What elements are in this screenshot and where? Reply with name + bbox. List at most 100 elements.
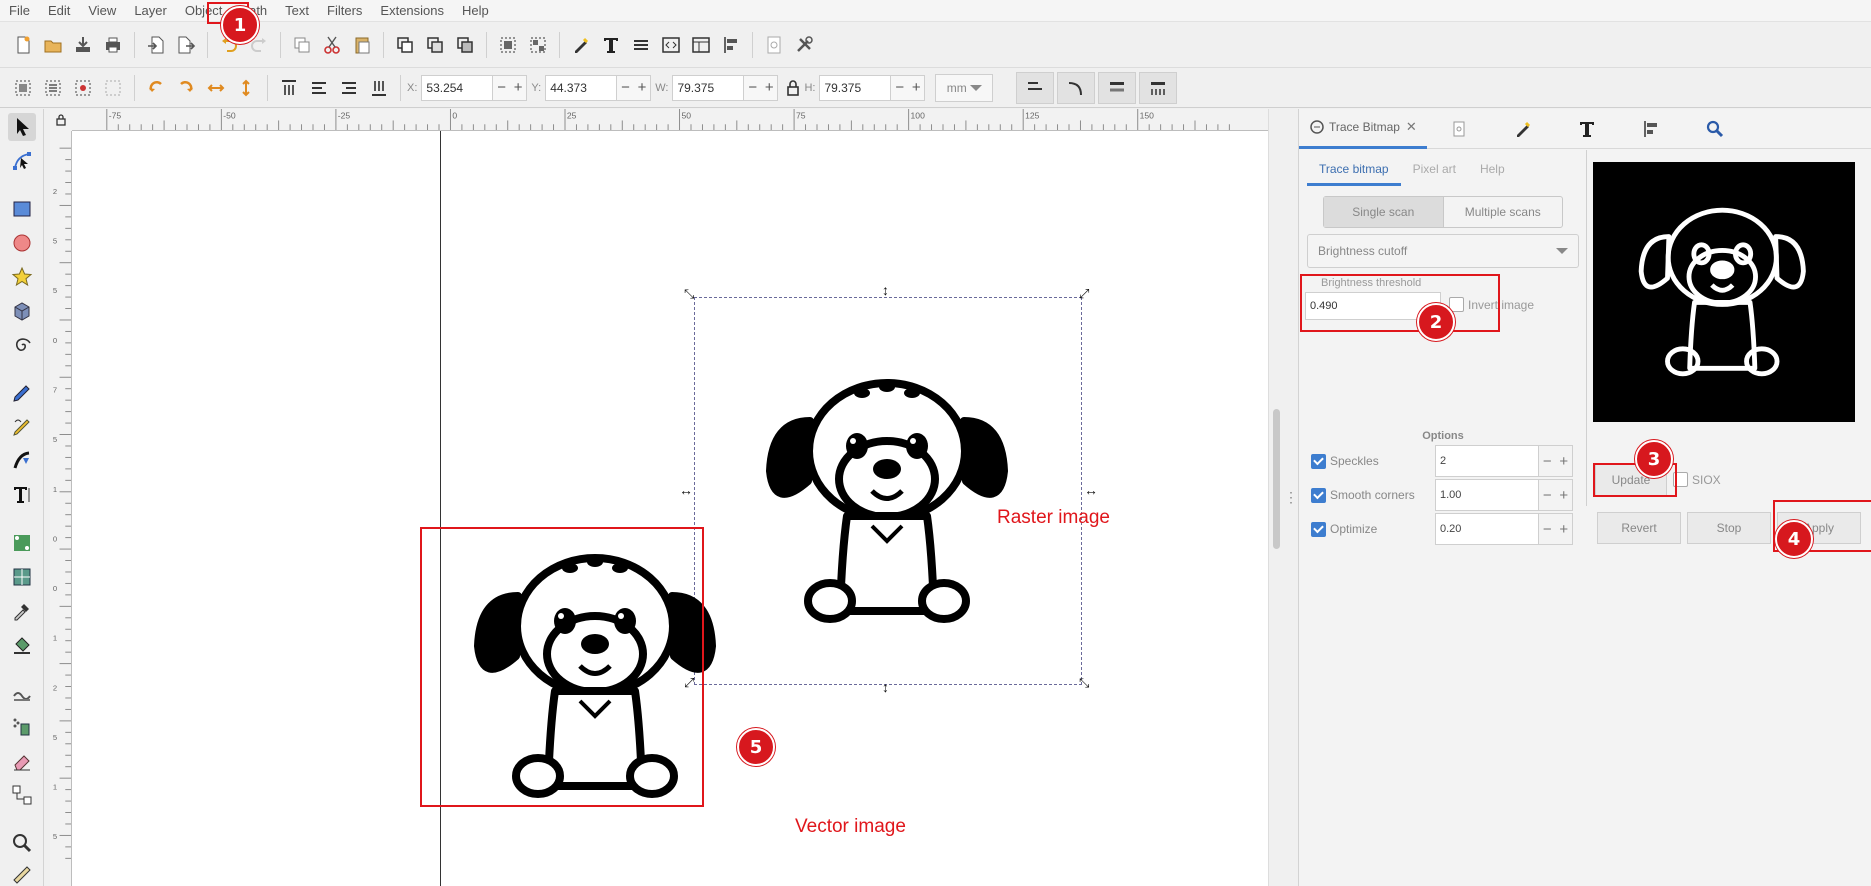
smooth-corners-checkbox[interactable] xyxy=(1311,487,1326,503)
resize-handle-w[interactable]: ↔ xyxy=(679,482,693,498)
dropper-tool-icon[interactable] xyxy=(8,597,36,625)
optimize-stepper[interactable]: − + xyxy=(1539,513,1573,545)
speckles-input[interactable]: 2 xyxy=(1435,445,1539,477)
multiple-scans-button[interactable]: Multiple scans xyxy=(1444,197,1563,227)
document-properties-icon[interactable] xyxy=(759,30,789,60)
flip-horizontal-icon[interactable] xyxy=(201,73,231,103)
paste-icon[interactable] xyxy=(347,30,377,60)
objects-icon[interactable] xyxy=(686,30,716,60)
new-document-icon[interactable] xyxy=(8,30,38,60)
spray-tool-icon[interactable] xyxy=(8,713,36,741)
connector-tool-icon[interactable] xyxy=(8,781,36,809)
stop-button[interactable]: Stop xyxy=(1687,512,1771,544)
tab-find[interactable] xyxy=(1683,109,1747,149)
single-scan-button[interactable]: Single scan xyxy=(1324,197,1444,227)
tab-fill-stroke[interactable] xyxy=(1491,109,1555,149)
vertical-ruler[interactable]: 2 5 5 0 7 5 1 0 0 1 2 5 1 5 xyxy=(50,131,72,886)
y-input[interactable] xyxy=(545,74,618,101)
raise-icon[interactable] xyxy=(304,73,334,103)
calligraphy-tool-icon[interactable] xyxy=(8,447,36,475)
ruler-lock-icon[interactable] xyxy=(50,109,72,131)
paint-bucket-tool-icon[interactable] xyxy=(8,631,36,659)
resize-handle-e[interactable]: ↔ xyxy=(1084,482,1098,498)
fill-stroke-icon[interactable] xyxy=(566,30,596,60)
mesh-tool-icon[interactable] xyxy=(8,563,36,591)
siox-checkbox[interactable]: SIOX xyxy=(1673,472,1721,487)
w-stepper[interactable]: − + xyxy=(744,74,779,101)
3d-box-tool-icon[interactable] xyxy=(8,297,36,325)
save-icon[interactable] xyxy=(68,30,98,60)
tab-text-font[interactable] xyxy=(1555,109,1619,149)
optimize-input[interactable]: 0.20 xyxy=(1435,513,1539,545)
x-stepper[interactable]: − + xyxy=(493,74,528,101)
menu-help[interactable]: Help xyxy=(453,0,498,22)
subtab-pixel-art[interactable]: Pixel art xyxy=(1401,154,1468,186)
h-input[interactable] xyxy=(819,74,892,101)
star-tool-icon[interactable] xyxy=(8,263,36,291)
layers-icon[interactable] xyxy=(626,30,656,60)
y-stepper[interactable]: − + xyxy=(617,74,652,101)
transform-gradients-icon[interactable] xyxy=(1098,71,1137,104)
flip-vertical-icon[interactable] xyxy=(231,73,261,103)
text-font-icon[interactable] xyxy=(596,30,626,60)
raise-to-top-icon[interactable] xyxy=(274,73,304,103)
menu-text[interactable]: Text xyxy=(276,0,318,22)
cut-icon[interactable] xyxy=(317,30,347,60)
menu-filters[interactable]: Filters xyxy=(318,0,371,22)
menu-extensions[interactable]: Extensions xyxy=(371,0,453,22)
w-input[interactable] xyxy=(672,74,745,101)
select-all-layers-icon[interactable] xyxy=(38,73,68,103)
smooth-corners-input[interactable]: 1.00 xyxy=(1435,479,1539,511)
h-stepper[interactable]: − + xyxy=(891,74,926,101)
measure-tool-icon[interactable] xyxy=(8,861,36,886)
vertical-scrollbar[interactable] xyxy=(1268,109,1284,886)
selector-tool-icon[interactable] xyxy=(8,113,36,141)
revert-button[interactable]: Revert xyxy=(1597,512,1681,544)
gradient-tool-icon[interactable] xyxy=(8,529,36,557)
subtab-trace-bitmap[interactable]: Trace bitmap xyxy=(1307,154,1401,186)
text-tool-icon[interactable] xyxy=(8,481,36,509)
subtab-help[interactable]: Help xyxy=(1468,154,1517,186)
import-icon[interactable] xyxy=(141,30,171,60)
export-icon[interactable] xyxy=(171,30,201,60)
speckles-stepper[interactable]: − + xyxy=(1539,445,1573,477)
drawing-canvas[interactable]: ⤡ ↕ ⤢ ↔ ↔ ⤢ ↕ ⤡ Raster image Vector imag… xyxy=(72,131,1268,886)
resize-handle-s[interactable]: ↕ xyxy=(882,679,889,695)
lower-icon[interactable] xyxy=(334,73,364,103)
resize-handle-n[interactable]: ↕ xyxy=(882,282,889,298)
resize-handle-ne[interactable]: ⤢ xyxy=(1079,286,1089,302)
touch-select-icon[interactable] xyxy=(98,73,128,103)
x-input[interactable] xyxy=(421,74,494,101)
scale-stroke-icon[interactable] xyxy=(1016,71,1055,104)
print-icon[interactable] xyxy=(98,30,128,60)
open-icon[interactable] xyxy=(38,30,68,60)
resize-handle-nw[interactable]: ⤡ xyxy=(684,286,694,302)
unlink-clone-icon[interactable] xyxy=(450,30,480,60)
copy-icon[interactable] xyxy=(287,30,317,60)
resize-handle-se[interactable]: ⤡ xyxy=(1079,675,1089,691)
menu-edit[interactable]: Edit xyxy=(39,0,79,22)
node-tool-icon[interactable] xyxy=(8,147,36,175)
duplicate-icon[interactable] xyxy=(390,30,420,60)
zoom-tool-icon[interactable] xyxy=(8,829,36,857)
tab-trace-bitmap[interactable]: Trace Bitmap ✕ xyxy=(1299,109,1427,149)
speckles-checkbox[interactable] xyxy=(1311,453,1326,469)
menu-view[interactable]: View xyxy=(79,0,125,22)
tab-document-properties[interactable] xyxy=(1427,109,1491,149)
pencil-tool-icon[interactable] xyxy=(8,413,36,441)
lower-to-bottom-icon[interactable] xyxy=(364,73,394,103)
raster-dog-image[interactable] xyxy=(752,351,1022,651)
scrollbar-thumb[interactable] xyxy=(1273,409,1280,549)
preferences-icon[interactable] xyxy=(789,30,819,60)
dock-splitter[interactable]: ⋮ xyxy=(1284,109,1298,886)
pen-tool-icon[interactable] xyxy=(8,379,36,407)
rectangle-tool-icon[interactable] xyxy=(8,195,36,223)
horizontal-ruler[interactable]: -75 -50 -25 0 25 50 75 100 125 150 xyxy=(72,109,1268,131)
rotate-cw-icon[interactable] xyxy=(171,73,201,103)
select-all-icon[interactable] xyxy=(8,73,38,103)
detection-mode-select[interactable]: Brightness cutoff xyxy=(1307,234,1579,268)
rotate-ccw-icon[interactable] xyxy=(141,73,171,103)
deselect-icon[interactable] xyxy=(68,73,98,103)
ungroup-icon[interactable] xyxy=(523,30,553,60)
unit-select[interactable]: mm xyxy=(935,73,994,102)
